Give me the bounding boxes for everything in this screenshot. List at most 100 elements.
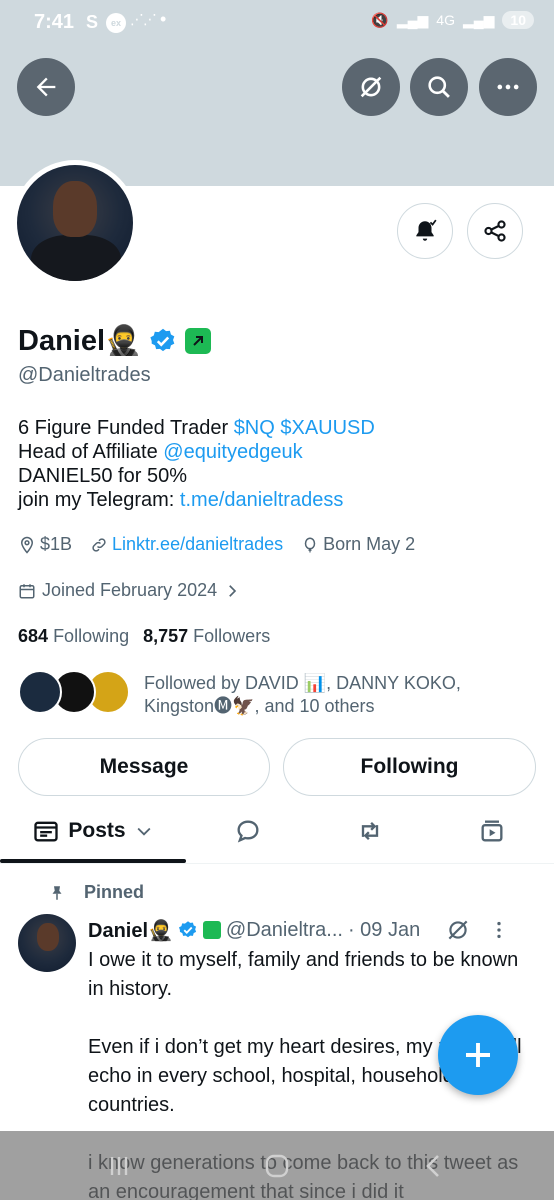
pinned-row: Pinned: [48, 882, 144, 903]
post-date[interactable]: · 09 Jan: [348, 919, 420, 942]
bio-mention-link[interactable]: @equityedgeuk: [163, 441, 302, 463]
search-button[interactable]: [410, 58, 468, 116]
post-header: Daniel🥷 @Danieltra... · 09 Jan: [88, 917, 538, 943]
home-icon[interactable]: [262, 1153, 292, 1179]
tab-divider: [0, 863, 554, 864]
search-icon: [428, 76, 450, 98]
status-wifi-icon: ⋰⋰: [130, 11, 157, 27]
location-item: $1B: [18, 534, 72, 555]
tab-reposts[interactable]: [344, 800, 396, 862]
bio-line-3: DANIEL50 for 50%: [18, 465, 187, 487]
bio-line-4: join my Telegram: t.me/danieltradess: [18, 488, 375, 512]
post-author-name[interactable]: Daniel🥷: [88, 918, 173, 943]
followed-by-text[interactable]: Followed by DAVID 📊, DANNY KOKO, Kingsto…: [144, 672, 524, 718]
verified-badge-icon[interactable]: [149, 327, 177, 355]
tab-posts[interactable]: Posts: [0, 800, 186, 862]
profile-name: Daniel🥷: [18, 325, 142, 357]
post-author-handle[interactable]: @Danieltra...: [226, 919, 343, 942]
post-more-icon[interactable]: [488, 919, 510, 941]
following-link[interactable]: 684 Following: [18, 626, 129, 647]
location-text: $1B: [40, 534, 73, 554]
profile-name-row: Daniel🥷: [18, 324, 212, 358]
status-s-icon: S: [86, 12, 99, 32]
share-button[interactable]: [467, 203, 523, 259]
back-nav-icon[interactable]: [418, 1153, 448, 1179]
joined-item[interactable]: Joined February 2024: [18, 580, 241, 601]
app-root: 7:41 S ex ⋰⋰ • 🔇 ▂▄▆ 4G ▂▄▆ 10 Daniel🥷 @…: [0, 0, 554, 1200]
followers-count: 8,757: [143, 626, 189, 646]
reply-bubble-icon: [237, 820, 259, 843]
avatar-face-shape: [53, 181, 97, 237]
status-dot-icon: •: [160, 9, 167, 29]
grok-button[interactable]: [342, 58, 400, 116]
repost-icon: [361, 822, 379, 840]
bio-line-2-text: Head of Affiliate: [18, 441, 164, 463]
birthday-item: Born May 2: [301, 534, 415, 555]
posts-icon: [34, 821, 59, 842]
followers-label: Followers: [193, 626, 271, 646]
bell-check-icon: [416, 219, 437, 241]
network-type: 4G: [436, 12, 455, 28]
battery-icon: 10: [502, 11, 534, 29]
status-right: 🔇 ▂▄▆ 4G ▂▄▆ 10: [371, 11, 534, 29]
post-avatar[interactable]: [18, 914, 76, 972]
profile-avatar[interactable]: [12, 160, 138, 286]
tab-posts-label: Posts: [68, 819, 126, 842]
notifications-button[interactable]: [397, 203, 453, 259]
recents-icon[interactable]: [104, 1153, 134, 1179]
following-count: 684: [18, 626, 49, 646]
pin-icon: [52, 885, 62, 900]
birthday-text: Born May 2: [323, 534, 416, 554]
media-icon: [481, 820, 503, 842]
following-label: Following: [53, 626, 130, 646]
grok-icon: [360, 76, 382, 98]
chevron-right-icon: [229, 584, 237, 597]
tab-replies[interactable]: [222, 800, 274, 862]
chevron-down-icon: [137, 827, 151, 836]
follower-avatar-1[interactable]: [18, 670, 62, 714]
post-verified-icon: [178, 921, 197, 938]
signal2-icon: ▂▄▆: [462, 11, 495, 28]
post-affiliate-icon: [202, 921, 221, 939]
more-button[interactable]: [479, 58, 537, 116]
calendar-icon: [19, 583, 35, 598]
profile-bio: 6 Figure Funded Trader $NQ $XAUUSD Head …: [18, 416, 375, 512]
message-button[interactable]: Message: [18, 738, 270, 796]
link-icon: [92, 537, 106, 552]
avatar-image: [17, 165, 133, 281]
plus-icon: [466, 1043, 490, 1067]
compose-button[interactable]: [438, 1015, 518, 1095]
bio-line-1-text: 6 Figure Funded Trader: [18, 417, 234, 439]
more-icon: [497, 84, 519, 90]
post-grok-icon[interactable]: [445, 917, 471, 943]
mute-icon: 🔇: [371, 11, 389, 28]
avatar-body-shape: [31, 235, 121, 281]
share-icon: [484, 220, 506, 242]
bio-cashtag-link[interactable]: $NQ $XAUUSD: [234, 417, 375, 439]
location-icon: [20, 536, 34, 554]
follow-counts: 684 Following 8,757 Followers: [18, 626, 270, 647]
profile-tabs: Posts: [0, 800, 554, 864]
followers-link[interactable]: 8,757 Followers: [143, 626, 270, 647]
bio-line-2: Head of Affiliate @equityedgeuk: [18, 440, 375, 464]
tab-media[interactable]: [466, 800, 518, 862]
balloon-icon: [304, 537, 316, 552]
following-button[interactable]: Following: [283, 738, 536, 796]
bio-telegram-link[interactable]: t.me/danieltradess: [180, 489, 343, 511]
website-link[interactable]: Linktr.ee/danieltrades: [112, 534, 283, 555]
back-arrow-icon: [36, 77, 56, 97]
joined-text: Joined February 2024: [42, 580, 218, 600]
bio-line-4-text: join my Telegram:: [18, 489, 180, 511]
post-avatar-face: [37, 923, 59, 951]
signal-icon: ▂▄▆: [396, 11, 429, 28]
system-nav-bar: [0, 1131, 554, 1200]
bio-line-1: 6 Figure Funded Trader $NQ $XAUUSD: [18, 416, 375, 440]
profile-handle: @Danieltrades: [18, 364, 151, 386]
status-time: 7:41: [34, 11, 75, 33]
status-bar: 7:41 S ex ⋰⋰ • 🔇 ▂▄▆ 4G ▂▄▆ 10: [0, 0, 554, 46]
website-item[interactable]: Linktr.ee/danieltrades: [90, 534, 283, 555]
affiliate-badge-icon[interactable]: [185, 328, 212, 354]
status-ex-icon: ex: [106, 13, 126, 33]
profile-meta: $1B Linktr.ee/danieltrades Born May 2: [18, 534, 415, 555]
back-button[interactable]: [17, 58, 75, 116]
